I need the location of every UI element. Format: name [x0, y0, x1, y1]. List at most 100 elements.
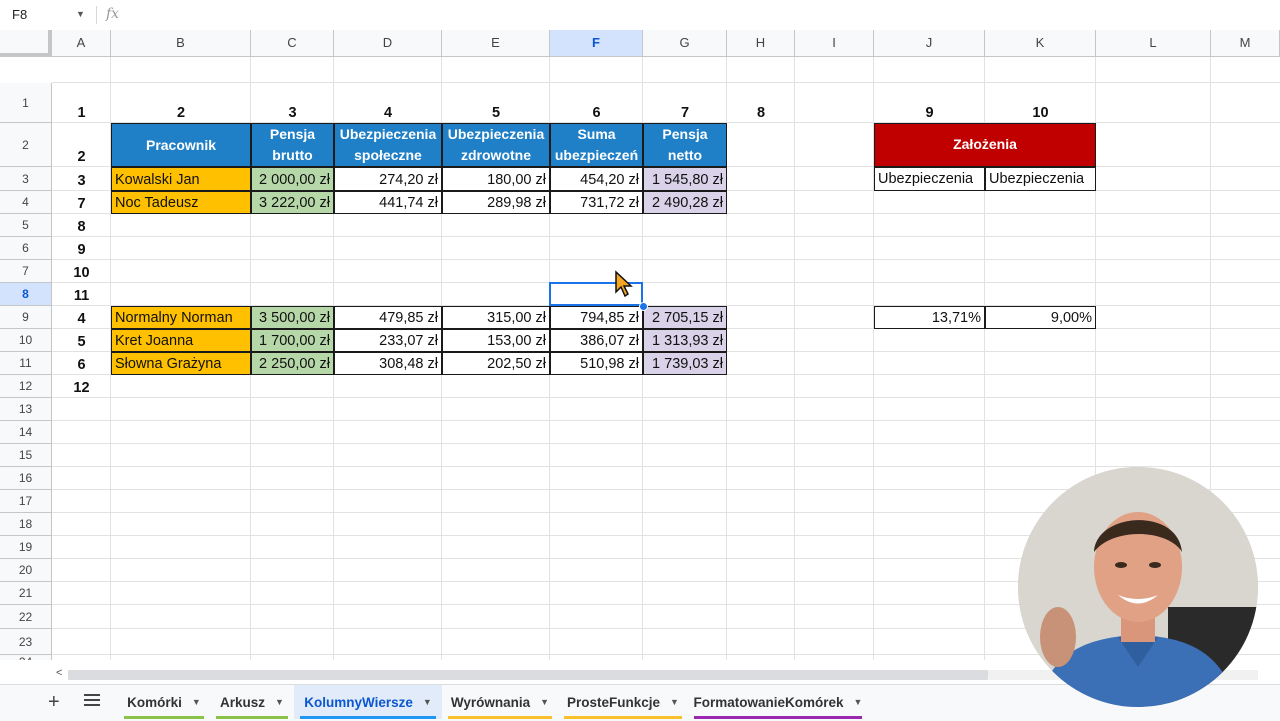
employee-name-cell[interactable]: Słowna Grażyna: [111, 352, 251, 375]
brutto-cell[interactable]: 2 000,00 zł: [251, 167, 334, 191]
sheet-tab-0[interactable]: Komórki ▼: [118, 685, 210, 719]
row-header-9[interactable]: 9: [0, 306, 52, 329]
spoleczne-cell[interactable]: 274,20 zł: [334, 167, 442, 191]
all-sheets-icon[interactable]: [84, 694, 100, 708]
column-header-i[interactable]: I: [795, 30, 874, 57]
zdrowotne-cell[interactable]: 153,00 zł: [442, 329, 550, 352]
column-header-a[interactable]: A: [52, 30, 111, 57]
scroll-left-icon[interactable]: <: [56, 667, 62, 679]
zdrowotne-cell[interactable]: 202,50 zł: [442, 352, 550, 375]
sheet-tab-1[interactable]: Arkusz ▼: [210, 685, 294, 719]
row-header-22[interactable]: 22: [0, 605, 52, 629]
sheet-tab-dropdown-icon[interactable]: ▼: [854, 697, 863, 707]
column-header-f[interactable]: F: [550, 30, 643, 57]
employee-name-cell[interactable]: Normalny Norman: [111, 306, 251, 329]
row1-number: 8: [756, 105, 766, 121]
row-header-16[interactable]: 16: [0, 467, 52, 490]
spoleczne-cell[interactable]: 233,07 zł: [334, 329, 442, 352]
brutto-cell[interactable]: 1 700,00 zł: [251, 329, 334, 352]
row-header-1[interactable]: 1: [0, 83, 52, 123]
column-header-l[interactable]: L: [1096, 30, 1211, 57]
header-pensja-brutto: Pensja brutto: [251, 123, 334, 167]
spoleczne-cell[interactable]: 308,48 zł: [334, 352, 442, 375]
brutto-cell[interactable]: 3 222,00 zł: [251, 191, 334, 214]
suma-cell[interactable]: 386,07 zł: [550, 329, 643, 352]
row-header-18[interactable]: 18: [0, 513, 52, 536]
row-header-21[interactable]: 21: [0, 582, 52, 605]
row-header-5[interactable]: 5: [0, 214, 52, 237]
employee-name-cell[interactable]: Kowalski Jan: [111, 167, 251, 191]
assumption-value-zdrowotne[interactable]: 9,00%: [985, 306, 1096, 329]
column-header-d[interactable]: D: [334, 30, 442, 57]
row-header-23[interactable]: 23: [0, 629, 52, 655]
zdrowotne-cell[interactable]: 180,00 zł: [442, 167, 550, 191]
column-header-e[interactable]: E: [442, 30, 550, 57]
netto-cell[interactable]: 1 545,80 zł: [643, 167, 727, 191]
row-header-24[interactable]: 24: [0, 655, 52, 660]
zdrowotne-cell[interactable]: 289,98 zł: [442, 191, 550, 214]
sheet-tab-dropdown-icon[interactable]: ▼: [275, 697, 284, 707]
sheet-tab-2[interactable]: KolumnyWiersze ▼: [294, 685, 442, 719]
sheet-tab-color-bar: [300, 716, 436, 719]
row-header-7[interactable]: 7: [0, 260, 52, 283]
row-header-15[interactable]: 15: [0, 444, 52, 467]
brutto-cell[interactable]: 3 500,00 zł: [251, 306, 334, 329]
employee-name-cell[interactable]: Kret Joanna: [111, 329, 251, 352]
column-header-j[interactable]: J: [874, 30, 985, 57]
suma-cell[interactable]: 510,98 zł: [550, 352, 643, 375]
column-header-h[interactable]: H: [727, 30, 795, 57]
row-header-4[interactable]: 4: [0, 191, 52, 214]
name-box[interactable]: F8: [12, 7, 27, 22]
formula-bar-divider: [96, 6, 97, 24]
assumption-value-spoleczne[interactable]: 13,71%: [874, 306, 985, 329]
fill-handle[interactable]: [639, 302, 648, 311]
netto-cell[interactable]: 2 705,15 zł: [643, 306, 727, 329]
webcam-overlay: [1018, 467, 1258, 707]
suma-cell[interactable]: 794,85 zł: [550, 306, 643, 329]
row-header-6[interactable]: 6: [0, 237, 52, 260]
sheet-tab-label: Komórki: [127, 694, 182, 710]
row-header-8[interactable]: 8: [0, 283, 52, 306]
select-all-corner[interactable]: [0, 30, 52, 57]
row-header-14[interactable]: 14: [0, 421, 52, 444]
sheet-tab-dropdown-icon[interactable]: ▼: [423, 697, 432, 707]
sheet-tab-dropdown-icon[interactable]: ▼: [670, 697, 679, 707]
scrollbar-thumb[interactable]: [68, 670, 988, 680]
sheet-tab-dropdown-icon[interactable]: ▼: [540, 697, 549, 707]
suma-cell[interactable]: 454,20 zł: [550, 167, 643, 191]
sheet-tab-dropdown-icon[interactable]: ▼: [192, 697, 201, 707]
zdrowotne-cell[interactable]: 315,00 zł: [442, 306, 550, 329]
sheet-tab-5[interactable]: FormatowanieKomórek ▼: [688, 685, 868, 719]
gridline-horizontal: [52, 259, 1280, 260]
row-header-19[interactable]: 19: [0, 536, 52, 559]
row-index-value: 10: [73, 265, 90, 281]
row-header-12[interactable]: 12: [0, 375, 52, 398]
row-header-20[interactable]: 20: [0, 559, 52, 582]
netto-cell[interactable]: 2 490,28 zł: [643, 191, 727, 214]
netto-cell[interactable]: 1 313,93 zł: [643, 329, 727, 352]
suma-cell[interactable]: 731,72 zł: [550, 191, 643, 214]
column-header-c[interactable]: C: [251, 30, 334, 57]
column-header-m[interactable]: M: [1211, 30, 1280, 57]
name-box-dropdown-icon[interactable]: ▼: [76, 9, 85, 19]
column-header-g[interactable]: G: [643, 30, 727, 57]
sheet-tab-3[interactable]: Wyrównania ▼: [442, 685, 558, 719]
row-header-11[interactable]: 11: [0, 352, 52, 375]
brutto-cell[interactable]: 2 250,00 zł: [251, 352, 334, 375]
sheet-tab-label: KolumnyWiersze: [304, 694, 413, 710]
column-header-k[interactable]: K: [985, 30, 1096, 57]
spoleczne-cell[interactable]: 479,85 zł: [334, 306, 442, 329]
row-header-17[interactable]: 17: [0, 490, 52, 513]
column-header-b[interactable]: B: [111, 30, 251, 57]
employee-name-cell[interactable]: Noc Tadeusz: [111, 191, 251, 214]
sheet-tab-4[interactable]: ProsteFunkcje ▼: [558, 685, 688, 719]
row-header-3[interactable]: 3: [0, 167, 52, 191]
add-sheet-icon[interactable]: +: [48, 691, 60, 714]
spoleczne-cell[interactable]: 441,74 zł: [334, 191, 442, 214]
row-header-13[interactable]: 13: [0, 398, 52, 421]
sheet-tab-label: ProsteFunkcje: [567, 694, 661, 710]
row-header-10[interactable]: 10: [0, 329, 52, 352]
netto-cell[interactable]: 1 739,03 zł: [643, 352, 727, 375]
row-header-2[interactable]: 2: [0, 123, 52, 167]
gridline-horizontal: [52, 236, 1280, 237]
